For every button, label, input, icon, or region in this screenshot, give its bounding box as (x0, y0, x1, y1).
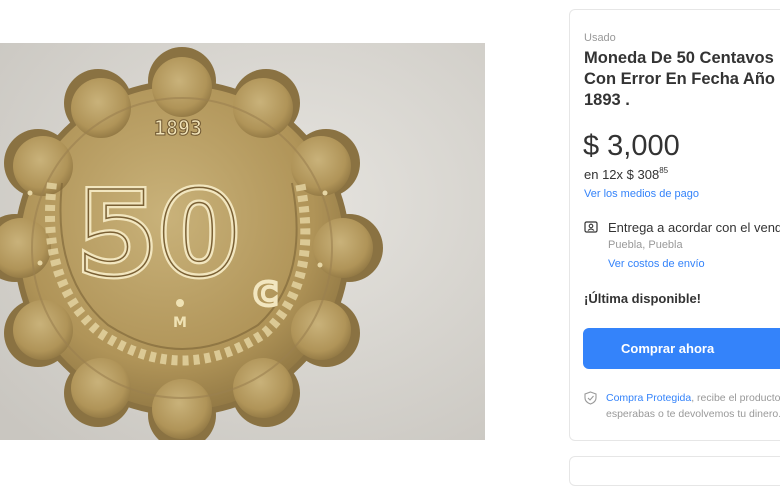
svg-text:50: 50 (76, 165, 240, 303)
id-card-icon (584, 221, 598, 233)
coin-image: 1893 50 50 c M (0, 43, 485, 440)
shipping-title: Entrega a acordar con el vendedor (608, 220, 780, 235)
buy-now-button[interactable]: Comprar ahora (583, 328, 780, 369)
protection-text: Compra Protegida, recibe el producto que… (606, 392, 780, 420)
shipping-location: Puebla, Puebla (608, 239, 683, 251)
purchase-card: Usado Moneda De 50 Centavos Con Error En… (569, 9, 780, 441)
product-price: $3,000 (583, 130, 680, 163)
stock-label: ¡Última disponible! (584, 291, 701, 306)
protected-purchase-link[interactable]: Compra Protegida (606, 392, 691, 404)
shipping-costs-link[interactable]: Ver costos de envío (608, 258, 705, 270)
condition-label: Usado (584, 32, 616, 44)
installments: en 12x $ 30885 (584, 166, 669, 182)
coin-cents-mark: c (254, 266, 279, 315)
product-title: Moneda De 50 Centavos Con Error En Fecha… (584, 49, 775, 109)
currency-symbol: $ (583, 130, 600, 162)
installments-cents: 85 (659, 166, 669, 175)
payment-methods-link[interactable]: Ver los medios de pago (584, 188, 699, 200)
shield-check-icon (584, 391, 597, 405)
coin-mint-mark: M (173, 315, 187, 331)
secondary-card (569, 456, 780, 486)
price-value: 3,000 (607, 130, 680, 162)
product-photo[interactable]: 1893 50 50 c M (0, 43, 485, 440)
coin-year: 1893 (154, 116, 202, 140)
